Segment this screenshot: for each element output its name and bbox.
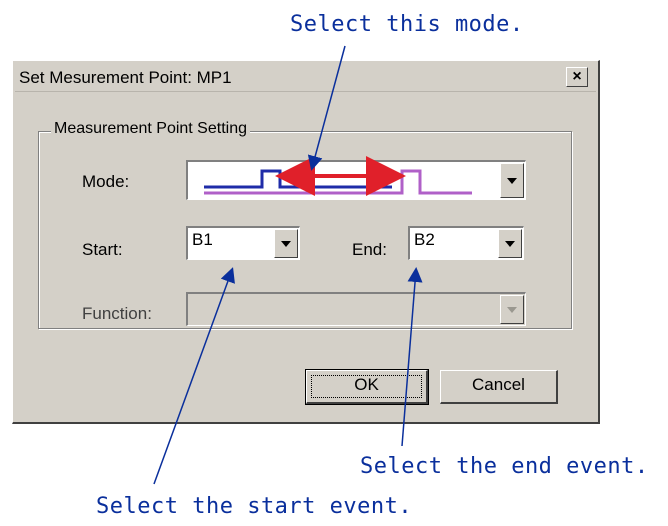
- mode-pointer-arrow: [307, 45, 346, 171]
- start-pointer-arrow: [153, 267, 235, 485]
- annotation-overlay: [153, 45, 423, 485]
- annotation-select-start: Select the start event.: [96, 494, 413, 519]
- annotation-select-end: Select the end event.: [360, 454, 649, 479]
- end-pointer-arrow: [401, 267, 423, 447]
